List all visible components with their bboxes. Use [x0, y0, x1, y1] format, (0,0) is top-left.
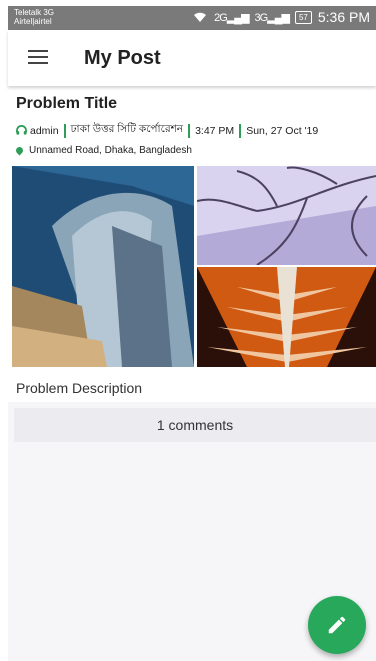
status-bar: Teletalk 3G Airtel|airtel 2G▂▄▆ 3G▂▄▆ 57…	[8, 6, 376, 30]
menu-icon[interactable]	[28, 50, 48, 64]
clock: 5:36 PM	[317, 9, 370, 25]
status-icons: 2G▂▄▆ 3G▂▄▆ 57 5:36 PM	[192, 9, 370, 25]
problem-image-3[interactable]	[197, 267, 376, 367]
post-date: Sun, 27 Oct '19	[246, 124, 319, 137]
wifi-icon	[194, 12, 207, 22]
post-meta: admin ঢাকা উত্তর সিটি কর্পোরেশন 3:47 PM …	[16, 122, 318, 139]
problem-title: Problem Title	[16, 95, 118, 112]
headset-icon	[16, 125, 27, 135]
separator	[188, 123, 191, 138]
image-gallery	[12, 166, 376, 367]
separator	[63, 123, 66, 138]
page-title: My Post	[84, 47, 161, 69]
carrier-secondary: Airtel|airtel	[14, 17, 52, 26]
signal-icon-2: 3G▂▄▆	[254, 11, 290, 24]
edit-button[interactable]	[308, 596, 366, 654]
problem-image-1[interactable]	[12, 166, 194, 367]
organization-name: ঢাকা উত্তর সিটি কর্পোরেশন	[70, 123, 184, 135]
edit-pencil-icon	[328, 616, 346, 634]
location-text: Unnamed Road, Dhaka, Bangladesh	[29, 145, 192, 156]
post-time: 3:47 PM	[195, 124, 235, 137]
problem-image-2[interactable]	[197, 166, 376, 265]
comments-button[interactable]: 1 comments	[14, 408, 376, 442]
location: Unnamed Road, Dhaka, Bangladesh	[14, 145, 192, 156]
battery-icon: 57	[294, 10, 312, 24]
carrier-primary: Teletalk 3G	[14, 8, 55, 17]
app-bar: My Post	[8, 30, 376, 86]
problem-description: Problem Description	[16, 380, 143, 396]
location-pin-icon	[14, 145, 25, 156]
carrier-info: Teletalk 3G Airtel|airtel	[14, 8, 54, 26]
separator	[239, 123, 242, 138]
signal-icon: 2G▂▄▆	[214, 11, 249, 24]
author-name: admin	[30, 124, 59, 137]
